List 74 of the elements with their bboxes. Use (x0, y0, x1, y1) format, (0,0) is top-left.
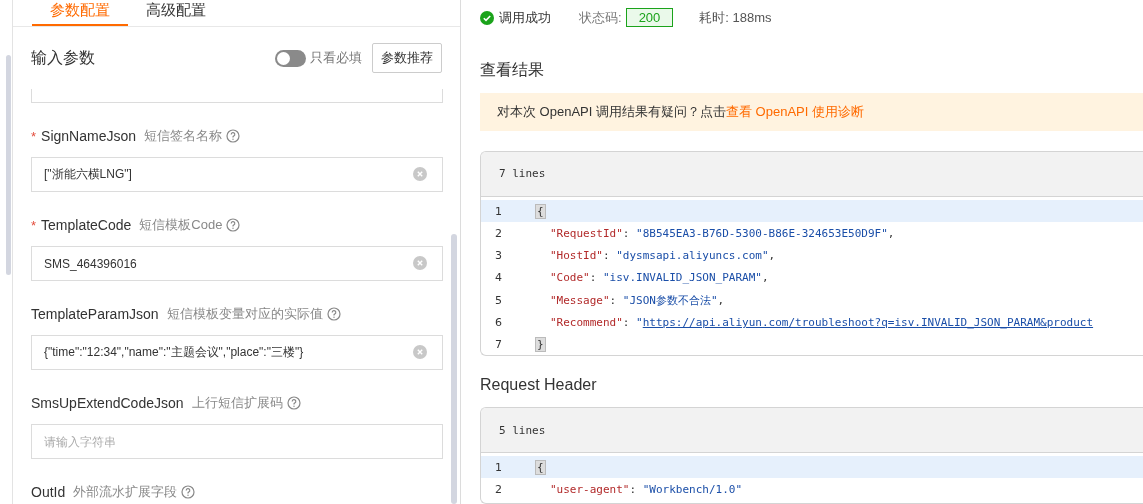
field-description: 短信签名名称 (144, 127, 222, 145)
json-punctuation: : (589, 271, 598, 285)
json-key: "Code" (550, 271, 590, 285)
json-string: "8B545EA3-B76D-5300-B86E-324653E50D9F" (636, 226, 888, 240)
json-key: "Message" (550, 293, 610, 307)
json-key: "HostId" (550, 249, 603, 263)
recommend-button[interactable]: 参数推荐 (372, 43, 442, 73)
json-punctuation: : (603, 249, 611, 263)
line-number: 1 (494, 460, 503, 474)
elapsed-time: 耗时: 188ms (699, 9, 772, 27)
json-bracket: } (535, 337, 546, 353)
input-field[interactable] (31, 89, 443, 103)
json-punctuation: , (768, 249, 776, 263)
line-number: 6 (494, 316, 503, 329)
toggle-label: 只看必填 (310, 49, 362, 67)
help-icon[interactable] (226, 129, 240, 143)
tab[interactable]: 高级配置 (128, 1, 224, 26)
json-key: "user-agent" (550, 483, 630, 497)
field-description: 上行短信扩展码 (191, 394, 283, 412)
input-field[interactable]: SMS_464396016 (31, 246, 443, 281)
field-name: TemplateParamJson (31, 306, 159, 322)
json-punctuation: : (609, 293, 618, 307)
scrollbar-thumb[interactable] (6, 55, 11, 275)
notice-text: 对本次 OpenAPI 调用结果有疑问？点击 (497, 102, 726, 121)
section-title: 输入参数 (31, 47, 95, 68)
line-number: 2 (494, 226, 503, 240)
status-code-badge: 200 (625, 8, 674, 28)
json-string: "dysmsapi.aliyuncs.com" (616, 249, 769, 263)
json-link[interactable]: https://api.aliyun.com/troubleshoot?q=isv.INVALID_JSON_PARAM&product (642, 316, 1094, 329)
json-string: " (636, 316, 643, 329)
json-punctuation: , (761, 271, 769, 285)
line-number: 4 (494, 271, 503, 285)
input-field[interactable]: ["浙能六横LNG"] (31, 157, 443, 192)
json-punctuation: : (622, 226, 631, 240)
json-punctuation: : (629, 483, 638, 497)
field-name: TemplateCode (41, 217, 132, 233)
field-name: SignNameJson (41, 128, 136, 144)
field-name: SmsUpExtendCodeJson (31, 395, 184, 411)
success-icon (480, 11, 494, 25)
help-icon[interactable] (226, 218, 241, 232)
field-description: 短信模板Code (139, 216, 223, 234)
help-icon[interactable] (326, 307, 341, 321)
field-name: OutId (31, 484, 66, 500)
required-mark: * (31, 217, 37, 233)
help-icon[interactable] (286, 396, 301, 410)
line-number: 2 (494, 483, 503, 497)
section-title: Request Header (480, 376, 598, 395)
json-string: "isv.INVALID_JSON_PARAM" (603, 271, 762, 285)
help-icon[interactable] (181, 485, 196, 499)
input-field[interactable]: {"time":"12:34","name":"主题会议","place":"三楼"} (31, 335, 443, 370)
status-code-label: 状态码: (579, 9, 622, 27)
json-punctuation: , (887, 226, 895, 240)
json-string: "Workbench/1.0" (642, 483, 743, 497)
section-title: 查看结果 (480, 59, 545, 80)
field-description: 外部流水扩展字段 (73, 483, 178, 501)
required-mark: * (31, 128, 37, 144)
input-field[interactable]: 请输入字符串 (31, 424, 443, 459)
status-text: 调用成功 (499, 9, 551, 27)
line-number: 7 (494, 338, 503, 352)
json-key: "Recommend" (550, 316, 623, 329)
json-bracket: { (535, 459, 546, 475)
line-number: 1 (494, 204, 503, 218)
json-bracket: { (535, 203, 546, 219)
toggle-switch[interactable] (275, 49, 306, 67)
json-key: "RequestId" (550, 226, 623, 240)
field-description: 短信模板变量对应的实际值 (166, 305, 323, 323)
line-number: 5 (494, 293, 503, 307)
json-string: "JSON参数不合法" (622, 293, 718, 307)
line-count: 5 lines (499, 423, 546, 437)
json-punctuation: , (717, 293, 725, 307)
line-count: 7 lines (499, 167, 546, 181)
line-number: 3 (494, 249, 503, 263)
json-punctuation: : (622, 316, 631, 329)
scrollbar-thumb[interactable] (451, 234, 457, 504)
